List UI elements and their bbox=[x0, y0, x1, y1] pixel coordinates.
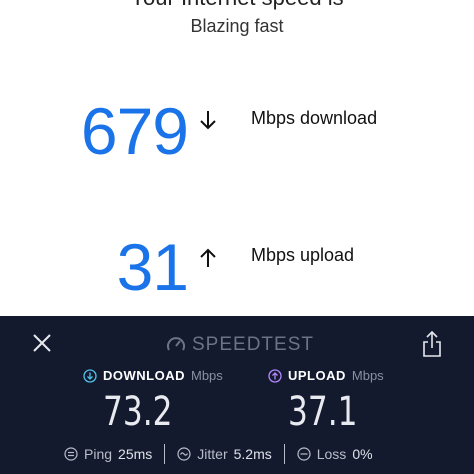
brand-name: SPEEDTEST bbox=[192, 334, 314, 355]
ping-stat: Ping 25ms bbox=[64, 446, 152, 462]
loss-label: Loss bbox=[316, 446, 347, 462]
stat-divider bbox=[164, 444, 166, 464]
speedtest-panel: SPEEDTEST DOWNLOAD Mbps UPLOAD Mbps 73.2… bbox=[0, 316, 474, 474]
loss-stat: Loss 0% bbox=[297, 446, 373, 462]
loss-value: 0% bbox=[352, 446, 373, 462]
stat-divider bbox=[283, 444, 285, 464]
jitter-value: 5.2ms bbox=[233, 446, 272, 462]
upload-header: UPLOAD Mbps bbox=[268, 368, 384, 383]
download-title: DOWNLOAD bbox=[103, 368, 185, 383]
speedometer-icon bbox=[167, 337, 185, 351]
results-title: Your Internet speed is bbox=[0, 0, 474, 11]
download-speed-label: Mbps download bbox=[251, 108, 378, 128]
upload-speed-label: Mbps upload bbox=[251, 245, 355, 265]
download-value: 73.2 bbox=[103, 389, 173, 435]
close-icon[interactable] bbox=[30, 331, 54, 355]
arrow-up-icon bbox=[200, 248, 216, 267]
upload-circle-icon bbox=[268, 368, 282, 383]
jitter-icon bbox=[177, 447, 191, 461]
upload-unit: Mbps bbox=[351, 368, 384, 383]
download-speed-value: 679 bbox=[80, 94, 189, 168]
results-section: Your Internet speed is Blazing fast 679 … bbox=[0, 0, 474, 316]
loss-icon bbox=[297, 447, 311, 461]
ping-label: Ping bbox=[84, 446, 113, 462]
download-header: DOWNLOAD Mbps bbox=[83, 368, 223, 383]
arrow-down-icon bbox=[200, 111, 216, 130]
upload-speed-value: 31 bbox=[116, 230, 189, 304]
download-circle-icon bbox=[83, 368, 97, 383]
upload-title: UPLOAD bbox=[288, 368, 346, 383]
download-unit: Mbps bbox=[191, 368, 223, 383]
share-icon[interactable] bbox=[420, 330, 444, 358]
ping-icon bbox=[64, 447, 78, 461]
connection-stats: Ping 25ms Jitter 5.2ms Loss 0% bbox=[64, 444, 373, 464]
speedtest-brand: SPEEDTEST bbox=[166, 334, 314, 356]
upload-value: 37.1 bbox=[288, 389, 358, 435]
jitter-stat: Jitter 5.2ms bbox=[177, 446, 272, 462]
speed-rating: Blazing fast bbox=[190, 16, 284, 36]
ping-value: 25ms bbox=[118, 446, 153, 462]
jitter-label: Jitter bbox=[197, 446, 228, 462]
